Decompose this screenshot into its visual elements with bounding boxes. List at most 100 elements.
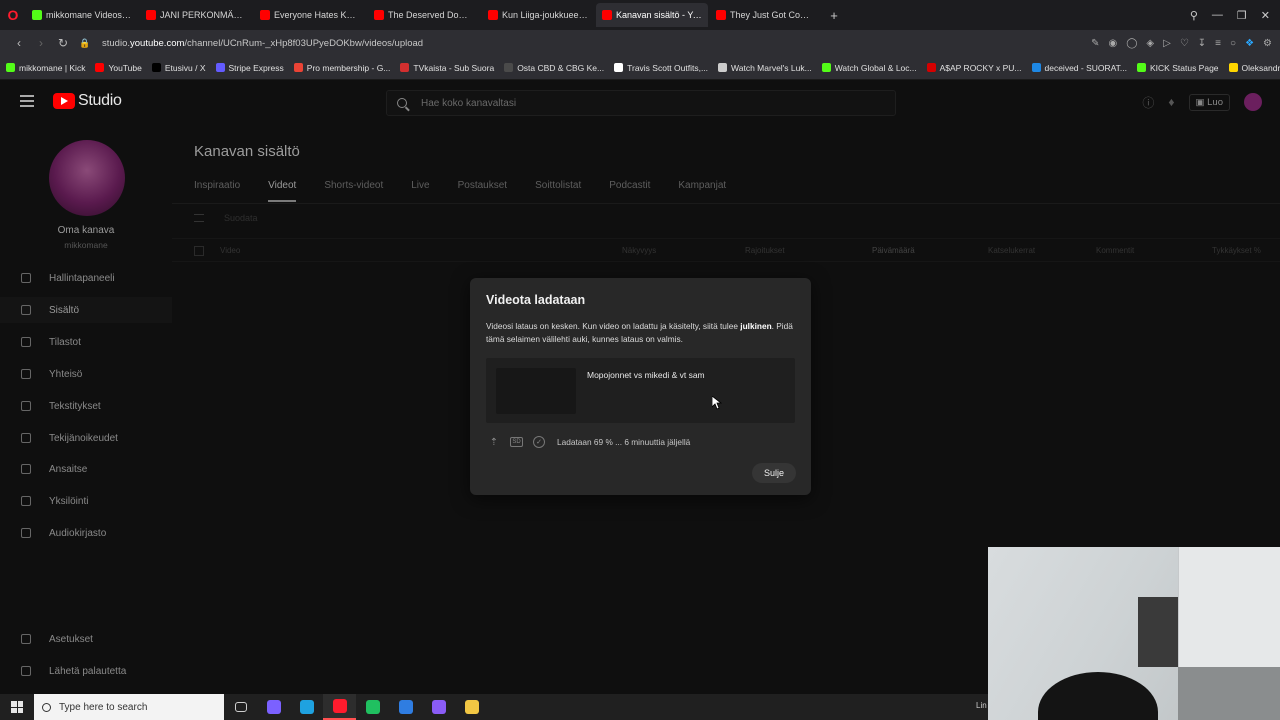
edit-icon[interactable]: ✎ (1091, 38, 1099, 49)
sidebar-item[interactable]: Sisältö (0, 297, 172, 323)
taskbar-app-task-view[interactable] (224, 694, 257, 720)
table-column-header[interactable]: Päivämäärä (872, 246, 915, 255)
back-icon[interactable]: ‹ (8, 36, 30, 50)
sidebar-item[interactable]: Tekstitykset (0, 393, 172, 419)
bookmark-item[interactable]: YouTube (95, 63, 142, 73)
filter-icon[interactable] (194, 214, 204, 222)
profile-icon[interactable]: ○ (1230, 38, 1236, 49)
taskbar-app-edge[interactable] (290, 694, 323, 720)
bookmark-item[interactable]: Etusivu / X (151, 63, 206, 73)
browser-tab[interactable]: The Deserved Downfall of (368, 3, 480, 27)
browser-tab[interactable]: They Just Got Completely (710, 3, 822, 27)
taskbar-app-file-explorer[interactable] (455, 694, 488, 720)
browser-tab[interactable]: JANI PERKONMÄKI: Ex-pu (140, 3, 252, 27)
bookmark-item[interactable]: TVkaista - Sub Suora (400, 63, 494, 73)
opera-logo-icon[interactable]: O (0, 0, 26, 30)
studio-logo[interactable]: Studio (53, 92, 122, 110)
account-avatar[interactable] (1244, 93, 1262, 111)
forward-icon[interactable]: › (30, 36, 52, 50)
bookmark-item[interactable]: Watch Global & Loc... (821, 63, 917, 73)
table-column-header[interactable]: Kommentit (1096, 246, 1134, 255)
table-column-header[interactable]: Rajoitukset (745, 246, 785, 255)
taskbar-app-app-green[interactable] (356, 694, 389, 720)
sidebar-item[interactable]: Tilastot (0, 329, 172, 355)
filter-row[interactable]: Suodata (194, 213, 258, 223)
content-tab[interactable]: Shorts-videot (324, 180, 383, 202)
camera-icon[interactable]: ◉ (1108, 38, 1117, 49)
upload-icon: ⇡ (489, 436, 499, 448)
content-tab[interactable]: Videot (268, 180, 297, 202)
channel-search-input[interactable]: Hae koko kanavaltasi (386, 90, 896, 116)
table-column-header[interactable]: Video (220, 246, 240, 255)
sidebar-item[interactable]: Hallintapaneeli (0, 265, 172, 291)
content-tab[interactable]: Live (411, 180, 429, 202)
shield-icon[interactable]: ◯ (1126, 38, 1137, 49)
sidebar-item[interactable]: Tekijänoikeudet (0, 425, 172, 451)
table-column-header[interactable]: Tykkäykset % (1212, 246, 1261, 255)
taskbar-search-input[interactable]: Type here to search (34, 694, 224, 720)
dialog-title: Videota ladataan (486, 293, 586, 307)
taskbar-app-app-purple[interactable] (422, 694, 455, 720)
video-card[interactable]: Mopojonnet vs mikedi & vt sam (486, 358, 795, 423)
tab-list: mikkomane Videos - Wat JANI PERKONMÄKI: E… (26, 3, 824, 27)
taskbar-app-copilot[interactable] (257, 694, 290, 720)
extension-icon[interactable]: ◈ (1146, 38, 1154, 49)
url-field[interactable]: studio.youtube.com/channel/UCnRum-_xHp8f… (102, 38, 1091, 49)
opera-icon (332, 699, 347, 713)
menu-icon[interactable]: ≡ (1215, 38, 1221, 49)
heart-icon[interactable]: ♡ (1180, 38, 1189, 49)
start-button[interactable] (0, 701, 34, 713)
minimize-icon[interactable]: — (1212, 9, 1223, 22)
close-button[interactable]: Sulje (752, 463, 796, 483)
bookmark-item[interactable]: deceived - SUORAT... (1031, 63, 1127, 73)
video-title[interactable]: Mopojonnet vs mikedi & vt sam (587, 370, 705, 380)
browser-tab[interactable]: Everyone Hates Kai Cenat (254, 3, 366, 27)
content-tab[interactable]: Soittolistat (535, 180, 581, 202)
bookmark-item[interactable]: A$AP ROCKY x PU... (926, 63, 1022, 73)
address-bar: ‹ › ↻ 🔒 studio.youtube.com/channel/UCnRu… (0, 30, 1280, 56)
sidebar-bottom-item[interactable]: Lähetä palautetta (0, 658, 172, 684)
easy-setup-icon[interactable]: ❖ (1245, 38, 1254, 49)
hamburger-menu-icon[interactable] (20, 95, 34, 107)
bookmark-item[interactable]: Pro membership - G... (293, 63, 390, 73)
new-tab-icon[interactable]: + (824, 8, 844, 23)
browser-tab[interactable]: Kanavan sisältö - YouTub (596, 3, 708, 27)
channel-avatar[interactable] (49, 140, 125, 216)
taskbar-app-opera[interactable] (323, 694, 356, 720)
content-tab[interactable]: Inspiraatio (194, 180, 240, 202)
bookmark-item[interactable]: Watch Marvel's Luk... (718, 63, 812, 73)
restore-icon[interactable]: ❐ (1237, 9, 1247, 22)
download-icon[interactable]: ↧ (1198, 38, 1206, 49)
sidebar-item[interactable]: Ansaitse (0, 456, 172, 482)
reload-icon[interactable]: ↻ (52, 36, 74, 50)
browser-tab-strip: O mikkomane Videos - Wat JANI PERKONMÄKI:… (0, 0, 1280, 30)
bookmark-item[interactable]: KICK Status Page (1137, 63, 1219, 73)
bookmark-item[interactable]: mikkomane | Kick (6, 63, 85, 73)
sidebar-item[interactable]: Yhteisö (0, 361, 172, 387)
bookmark-item[interactable]: Oleksandr Usyk vs D... (1228, 63, 1280, 73)
taskbar-app-app-blue[interactable] (389, 694, 422, 720)
content-tab[interactable]: Kampanjat (678, 180, 726, 202)
sidebar-bottom-item[interactable]: Asetukset (0, 626, 172, 652)
bookmark-item[interactable]: Travis Scott Outfits,... (614, 63, 708, 73)
browser-tab[interactable]: Kun Liiga-joukkueen pelk (482, 3, 594, 27)
settings-icon[interactable]: ⚙ (1263, 38, 1272, 49)
desc-visibility: julkinen (740, 321, 772, 331)
select-all-checkbox[interactable] (194, 246, 204, 256)
help-icon[interactable]: ⓘ (1142, 94, 1154, 111)
play-icon[interactable]: ▷ (1163, 38, 1171, 49)
table-column-header[interactable]: Näkyvyys (622, 246, 656, 255)
sidebar-item-icon (21, 337, 31, 347)
search-tabs-icon[interactable]: ⚲ (1190, 9, 1198, 22)
content-tab[interactable]: Postaukset (458, 180, 507, 202)
content-tab[interactable]: Podcastit (609, 180, 650, 202)
table-column-header[interactable]: Katselukerrat (988, 246, 1035, 255)
notifications-icon[interactable]: ♦ (1168, 95, 1174, 109)
create-button[interactable]: ▣ Luo (1188, 93, 1230, 111)
sidebar-item[interactable]: Audiokirjasto (0, 520, 172, 546)
browser-tab[interactable]: mikkomane Videos - Wat (26, 3, 138, 27)
sidebar-item[interactable]: Yksilöinti (0, 488, 172, 514)
bookmark-item[interactable]: Stripe Express (215, 63, 284, 73)
bookmark-item[interactable]: Osta CBD & CBG Ke... (504, 63, 604, 73)
close-window-icon[interactable]: ✕ (1261, 9, 1270, 22)
